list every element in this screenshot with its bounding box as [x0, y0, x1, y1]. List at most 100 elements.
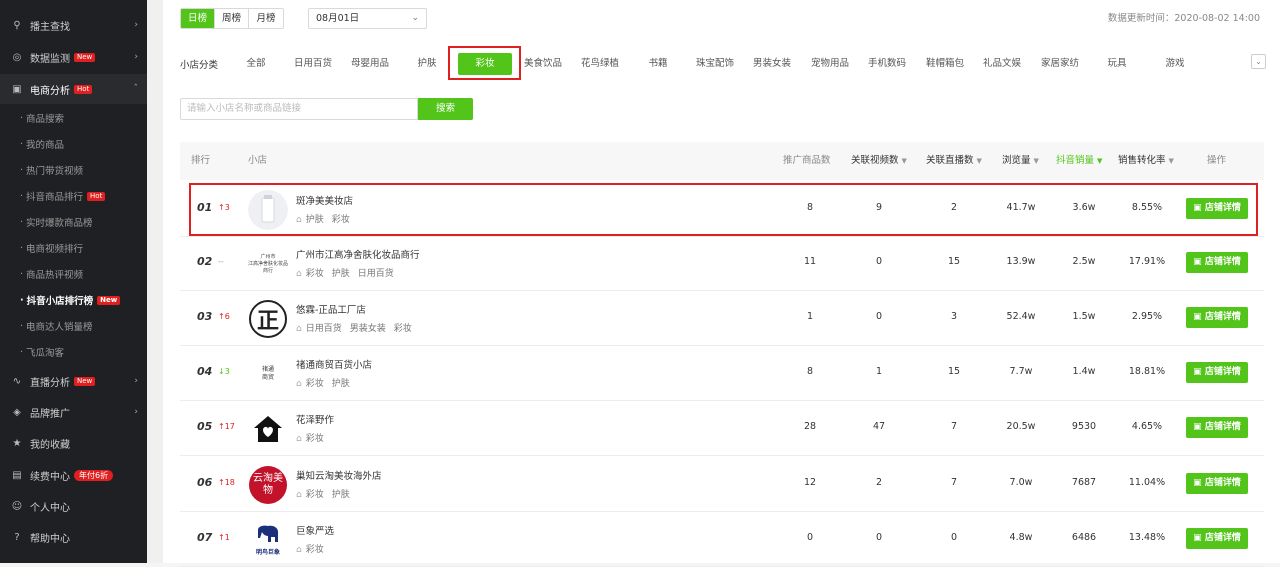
- cell-sales: 6486: [1071, 532, 1097, 543]
- category-item[interactable]: 花鸟绿植: [576, 53, 624, 75]
- tab-daily[interactable]: 日榜: [181, 9, 215, 28]
- header-conversion[interactable]: 销售转化率 ▼: [1118, 142, 1174, 180]
- table-row: 03 ↑6 正悠霖-正品工厂店 ⌂ 日用百货 男装女装 彩妆 1 0 3 52.4w 1.5w 2.95…: [180, 291, 1264, 346]
- sidebar-item-help[interactable]: ? 帮助中心: [0, 522, 147, 552]
- sidebar-sub-item[interactable]: · 抖音商品排行 Hot: [0, 183, 147, 209]
- cell-videos: 2: [875, 477, 883, 488]
- category-item[interactable]: 玩具: [1102, 53, 1132, 75]
- sidebar-sub-item[interactable]: · 商品搜索: [0, 105, 147, 131]
- discount-badge: 年付6折: [74, 469, 114, 481]
- header-lives[interactable]: 关联直播数 ▼: [926, 142, 982, 180]
- sidebar-sub-item-active[interactable]: · 抖音小店排行榜 New: [0, 287, 147, 313]
- sub-item-label: 抖音商品排行: [26, 192, 84, 203]
- category-tag: 男装女装: [349, 324, 386, 334]
- expand-categories-button[interactable]: ⌄: [1251, 54, 1266, 69]
- shop-icon: ▣: [1193, 533, 1202, 543]
- category-item[interactable]: 护肤: [412, 53, 442, 75]
- header-views[interactable]: 浏览量 ▼: [1002, 142, 1039, 180]
- cell-products: 1: [806, 311, 814, 322]
- cell-conv: 13.48%: [1128, 532, 1166, 543]
- cell-videos: 47: [872, 421, 886, 432]
- sidebar-item-anchor-search[interactable]: ⚲ 播主查找 ›: [0, 10, 147, 40]
- sidebar-sub-item[interactable]: · 商品热评视频: [0, 261, 147, 287]
- shop-logo[interactable]: 正: [248, 299, 288, 339]
- shop-logo[interactable]: [248, 409, 288, 449]
- sort-down-icon: ▼: [1033, 157, 1039, 165]
- user-icon: ☺: [11, 500, 23, 512]
- rank-number: 07: [197, 531, 213, 544]
- sidebar-item-ecommerce[interactable]: ▣ 电商分析 Hot ˆ: [0, 74, 147, 104]
- shop-logo[interactable]: 明鸟巨象: [248, 520, 288, 560]
- header-action: 操作: [1207, 155, 1227, 166]
- header-sales[interactable]: 抖音销量 ▼: [1056, 142, 1102, 180]
- shop-logo[interactable]: 云淘美物: [248, 465, 288, 505]
- sidebar-item-data-monitor[interactable]: ◎ 数据监测 New ›: [0, 42, 147, 72]
- category-item[interactable]: 鞋帽箱包: [921, 53, 969, 75]
- shop-logo[interactable]: 禇通 商贸: [248, 354, 288, 394]
- cell-conv: 11.04%: [1128, 477, 1166, 488]
- cell-sales: 9530: [1071, 421, 1097, 432]
- sidebar-sub-item[interactable]: · 电商达人销量榜: [0, 313, 147, 339]
- sidebar-item-brand[interactable]: ◈ 品牌推广 ›: [0, 397, 147, 427]
- shop-name[interactable]: 广州市江高净舍肤化妆品商行: [296, 247, 420, 261]
- category-item[interactable]: 日用百货: [289, 53, 337, 75]
- tab-monthly[interactable]: 月榜: [249, 9, 283, 28]
- sidebar-item-label: 数据监测: [30, 53, 70, 65]
- sub-item-label: 飞瓜淘客: [26, 348, 65, 359]
- sidebar-item-label: 续费中心: [30, 471, 70, 483]
- shop-detail-button[interactable]: ▣ 店铺详情: [1186, 417, 1248, 438]
- new-badge: New: [74, 52, 96, 62]
- category-item[interactable]: 礼品文娱: [978, 53, 1026, 75]
- sidebar-item-renew[interactable]: ▤ 续费中心 年付6折: [0, 460, 147, 490]
- cell-lives: 15: [947, 366, 961, 377]
- tag-icon: ⌂: [296, 379, 302, 389]
- category-item[interactable]: 游戏: [1160, 53, 1190, 75]
- tag-icon: ⌂: [296, 269, 302, 279]
- category-item[interactable]: 母婴用品: [346, 53, 394, 75]
- table-row: 02 -- 广州市 江高净舍肤化妆品商行 广州市江高净舍肤化妆品商行 ⌂ 彩妆 护肤 日用百货 1…: [180, 236, 1264, 291]
- category-all[interactable]: 全部: [241, 53, 271, 75]
- date-select[interactable]: 08月01日 ⌄: [308, 8, 427, 29]
- sidebar-item-profile[interactable]: ☺ 个人中心: [0, 491, 147, 521]
- sidebar-item-favorites[interactable]: ★ 我的收藏: [0, 428, 147, 458]
- shop-name[interactable]: 禇通商贸百货小店: [296, 357, 372, 371]
- shop-detail-button[interactable]: ▣ 店铺详情: [1186, 307, 1248, 328]
- shop-icon: ▣: [1193, 257, 1202, 267]
- category-item[interactable]: 手机数码: [863, 53, 911, 75]
- shop-name[interactable]: 巨象严选: [296, 523, 334, 537]
- shop-detail-button[interactable]: ▣ 店铺详情: [1186, 528, 1248, 549]
- category-item[interactable]: 宠物用品: [806, 53, 854, 75]
- category-item[interactable]: 美食饮品: [519, 53, 567, 75]
- search-input[interactable]: 请输入小店名称或商品链接: [180, 98, 418, 120]
- header-label: 浏览量: [1002, 155, 1031, 166]
- rank-change: ↑17: [218, 422, 235, 431]
- sidebar-sub-item[interactable]: · 我的商品: [0, 131, 147, 157]
- shop-detail-button[interactable]: ▣ 店铺详情: [1186, 252, 1248, 273]
- shop-name[interactable]: 巢知云淘美妆海外店: [296, 468, 382, 482]
- search-button[interactable]: 搜索: [418, 98, 473, 120]
- shop-name[interactable]: 花泽野作: [296, 412, 334, 426]
- category-highlight-box: [448, 46, 521, 80]
- table-row: 04 ↓3 禇通 商贸 禇通商贸百货小店 ⌂ 彩妆 护肤 8 1 15 7.7w 1.4w 18.81% ▣…: [180, 346, 1264, 401]
- category-item[interactable]: 家居家纺: [1036, 53, 1084, 75]
- shop-logo-zheng: 正: [249, 300, 287, 338]
- sidebar-sub-item[interactable]: · 飞瓜淘客: [0, 339, 147, 365]
- sub-item-label: 抖音小店排行榜: [26, 296, 94, 307]
- sidebar-item-live[interactable]: ∿ 直播分析 New ›: [0, 366, 147, 396]
- shop-name[interactable]: 悠霖-正品工厂店: [296, 302, 366, 316]
- sidebar-item-label: 我的收藏: [30, 439, 70, 451]
- category-item[interactable]: 男装女装: [748, 53, 796, 75]
- header-videos[interactable]: 关联视频数 ▼: [851, 142, 907, 180]
- tab-weekly[interactable]: 周榜: [215, 9, 249, 28]
- sidebar-sub-item[interactable]: · 电商视频排行: [0, 235, 147, 261]
- cell-views: 52.4w: [1006, 311, 1036, 322]
- cell-lives: 3: [950, 311, 958, 322]
- shop-detail-button[interactable]: ▣ 店铺详情: [1186, 473, 1248, 494]
- category-item[interactable]: 珠宝配饰: [691, 53, 739, 75]
- shop-detail-button[interactable]: ▣ 店铺详情: [1186, 362, 1248, 383]
- star-icon: ★: [12, 437, 22, 449]
- shop-logo[interactable]: 广州市 江高净舍肤化妆品商行: [248, 244, 288, 284]
- category-item[interactable]: 书籍: [643, 53, 673, 75]
- sidebar-sub-item[interactable]: · 热门带货视频: [0, 157, 147, 183]
- sidebar-sub-item[interactable]: · 实时爆款商品榜: [0, 209, 147, 235]
